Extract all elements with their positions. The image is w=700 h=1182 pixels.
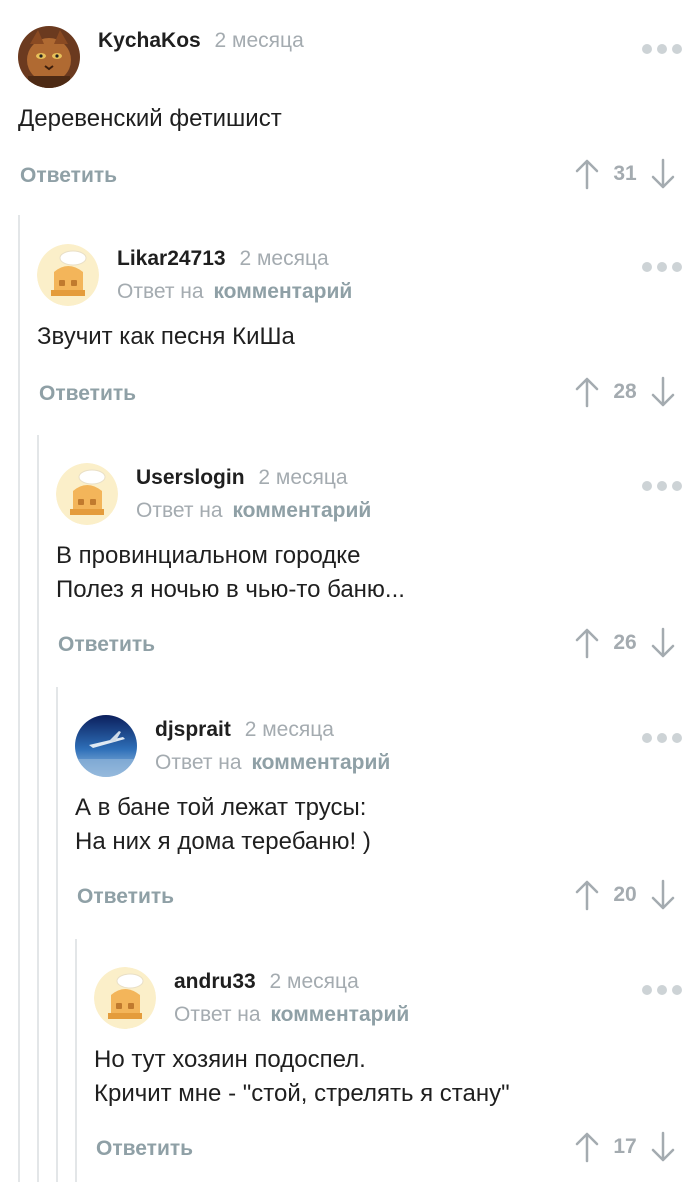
- comment-header: djsprait 2 месяца Ответ на комментарий: [75, 715, 682, 779]
- sky-plane-avatar-icon: [75, 715, 137, 777]
- more-options-icon[interactable]: [642, 44, 682, 54]
- thread-line[interactable]: [75, 939, 77, 1182]
- rating-count: 31: [613, 162, 637, 185]
- comment-time: 2 месяца: [239, 247, 329, 270]
- reply-button[interactable]: Ответить: [20, 164, 117, 188]
- parent-comment-link[interactable]: комментарий: [213, 280, 352, 303]
- more-options-icon[interactable]: [642, 262, 682, 272]
- author-name[interactable]: djsprait: [155, 718, 231, 741]
- comment: Likar24713 2 месяца Ответ на комментарий…: [37, 244, 682, 416]
- downvote-arrow-icon[interactable]: [650, 627, 676, 659]
- comment: Userslogin 2 месяца Ответ на комментарий…: [56, 463, 682, 667]
- more-options-icon[interactable]: [642, 481, 682, 491]
- avatar[interactable]: [37, 244, 99, 306]
- parent-comment-link[interactable]: комментарий: [232, 499, 371, 522]
- parent-comment-link[interactable]: комментарий: [270, 1003, 409, 1026]
- reply-to-line: Ответ на комментарий: [155, 750, 390, 776]
- default-chef-avatar-icon: [37, 244, 99, 306]
- rating-count: 26: [613, 631, 637, 654]
- reply-to-line: Ответ на комментарий: [174, 1002, 409, 1028]
- comment-footer: Ответить 26: [56, 627, 682, 667]
- reply-button[interactable]: Ответить: [39, 382, 136, 406]
- more-options-icon[interactable]: [642, 733, 682, 743]
- thread-line[interactable]: [37, 435, 39, 1182]
- thread-line[interactable]: [18, 215, 20, 1182]
- comment-footer: Ответить 28: [37, 376, 682, 416]
- author-line: Userslogin 2 месяца: [136, 465, 348, 491]
- reply-button[interactable]: Ответить: [77, 885, 174, 909]
- comment-time: 2 месяца: [244, 718, 334, 741]
- author-line: Likar24713 2 месяца: [117, 246, 329, 272]
- cat-avatar-icon: [18, 26, 80, 88]
- vote-controls: 17: [574, 1131, 676, 1163]
- reply-to-line: Ответ на комментарий: [117, 279, 352, 305]
- vote-controls: 26: [574, 627, 676, 659]
- reply-to-prefix: Ответ на: [155, 751, 242, 774]
- author-name[interactable]: Likar24713: [117, 247, 226, 270]
- comment-header: Likar24713 2 месяца Ответ на комментарий: [37, 244, 682, 308]
- more-options-icon[interactable]: [642, 985, 682, 995]
- comment-time: 2 месяца: [258, 466, 348, 489]
- downvote-arrow-icon[interactable]: [650, 376, 676, 408]
- author-line: andru33 2 месяца: [174, 969, 359, 995]
- upvote-arrow-icon[interactable]: [574, 627, 600, 659]
- rating-count: 28: [613, 380, 637, 403]
- avatar[interactable]: [18, 26, 80, 88]
- parent-comment-link[interactable]: комментарий: [251, 751, 390, 774]
- comment-header: andru33 2 месяца Ответ на комментарий: [94, 967, 682, 1031]
- rating-count: 20: [613, 883, 637, 906]
- comment-time: 2 месяца: [269, 970, 359, 993]
- comment-footer: Ответить 31: [18, 158, 682, 198]
- comment-time: 2 месяца: [214, 29, 304, 52]
- avatar[interactable]: [94, 967, 156, 1029]
- comment-text: Деревенский фетишист: [18, 105, 282, 132]
- comment-text: Но тут хозяин подоспел. Кричит мне - "ст…: [94, 1046, 510, 1107]
- default-chef-avatar-icon: [94, 967, 156, 1029]
- reply-button[interactable]: Ответить: [58, 633, 155, 657]
- rating-count: 17: [613, 1135, 637, 1158]
- avatar[interactable]: [75, 715, 137, 777]
- comment: djsprait 2 месяца Ответ на комментарий А…: [75, 715, 682, 919]
- comment-thread: KychaKos 2 месяца Деревенский фетишист О…: [0, 0, 700, 1182]
- vote-controls: 31: [574, 158, 676, 190]
- author-name[interactable]: Userslogin: [136, 466, 245, 489]
- vote-controls: 28: [574, 376, 676, 408]
- author-line: djsprait 2 месяца: [155, 717, 334, 743]
- reply-to-prefix: Ответ на: [136, 499, 223, 522]
- downvote-arrow-icon[interactable]: [650, 879, 676, 911]
- comment-footer: Ответить 20: [75, 879, 682, 919]
- comment-footer: Ответить 17: [94, 1131, 682, 1171]
- thread-line[interactable]: [56, 687, 58, 1182]
- author-name[interactable]: andru33: [174, 970, 256, 993]
- reply-to-prefix: Ответ на: [174, 1003, 261, 1026]
- comment: KychaKos 2 месяца Деревенский фетишист О…: [18, 26, 682, 198]
- vote-controls: 20: [574, 879, 676, 911]
- comment-header: Userslogin 2 месяца Ответ на комментарий: [56, 463, 682, 527]
- reply-to-prefix: Ответ на: [117, 280, 204, 303]
- reply-button[interactable]: Ответить: [96, 1137, 193, 1161]
- upvote-arrow-icon[interactable]: [574, 158, 600, 190]
- upvote-arrow-icon[interactable]: [574, 1131, 600, 1163]
- comment: andru33 2 месяца Ответ на комментарий Но…: [94, 967, 682, 1171]
- author-name[interactable]: KychaKos: [98, 29, 201, 52]
- reply-to-line: Ответ на комментарий: [136, 498, 371, 524]
- comment-text: А в бане той лежат трусы: На них я дома …: [75, 794, 371, 855]
- comment-text: Звучит как песня КиШа: [37, 323, 295, 350]
- downvote-arrow-icon[interactable]: [650, 158, 676, 190]
- comment-header: KychaKos 2 месяца: [18, 26, 682, 90]
- author-line: KychaKos 2 месяца: [98, 28, 304, 54]
- default-chef-avatar-icon: [56, 463, 118, 525]
- downvote-arrow-icon[interactable]: [650, 1131, 676, 1163]
- comment-text: В провинциальном городке Полез я ночью в…: [56, 542, 405, 603]
- avatar[interactable]: [56, 463, 118, 525]
- upvote-arrow-icon[interactable]: [574, 879, 600, 911]
- upvote-arrow-icon[interactable]: [574, 376, 600, 408]
